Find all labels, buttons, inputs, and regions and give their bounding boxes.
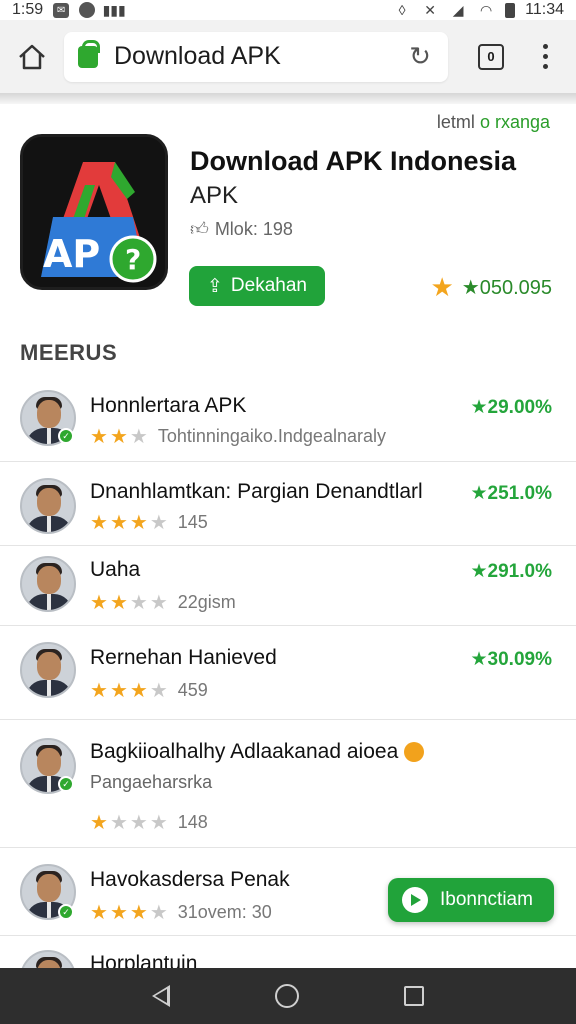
battery-icon — [505, 2, 516, 18]
row-count: 145 — [177, 512, 208, 532]
avatar — [20, 478, 76, 534]
app-logo: AP ? — [20, 134, 168, 290]
verified-icon: ✓ — [58, 776, 74, 792]
install-label: Dekahan — [230, 275, 307, 296]
section-title: MEERUS — [20, 340, 118, 365]
verified-icon: ✓ — [58, 428, 74, 444]
list-item[interactable]: Dnanhlamtkan: Pargian Denandtlarl ★ ★ ★ ★ 1… — [0, 462, 576, 546]
cell-signal-icon: ◢ — [452, 1, 464, 18]
media-icon — [79, 2, 96, 18]
star-rating: ★ ★ ★ ★ 459 — [90, 680, 208, 702]
row-title: Dnanhlamtkan: Pargian Denandtlarl — [90, 480, 423, 503]
signal-bars-icon: ▮▮▮ — [102, 1, 126, 18]
row-count: 148 — [177, 812, 208, 832]
url-text: Download APK — [114, 42, 281, 70]
list-item[interactable]: Rernehan Hanieved ★ ★ ★ ★ 459 ★30.09% — [0, 626, 576, 720]
star-rating: ★ ★ ★ ★ 148 — [90, 812, 208, 834]
overflow-menu-icon[interactable] — [530, 44, 560, 69]
toolbar-shadow — [0, 94, 576, 104]
top-link-text: letml — [436, 112, 475, 132]
app-rating: ★ ★050.095 — [430, 272, 552, 303]
row-count: 22gism — [177, 592, 236, 612]
tabs-button[interactable]: 0 — [478, 43, 504, 70]
row-title: Uaha — [90, 558, 141, 581]
star-rating: ★ ★ ★ ★ 145 — [90, 512, 208, 534]
row-percent: ★29.00% — [470, 397, 552, 418]
row-title: Bagkiioalhalhy Adlaakanad aioea — [90, 740, 425, 764]
browser-toolbar: Download APK ↻ 0 — [0, 20, 576, 94]
row-percent: ★251.0% — [470, 483, 552, 504]
top-link-accent: o rxanga — [479, 112, 550, 132]
star-rating: ★ ★ ★ Tohtinningaiko.Indgealnaraly — [90, 426, 386, 448]
star-icon: ★ — [430, 272, 454, 302]
row-count: 459 — [177, 680, 208, 700]
share-icon: ⇪ — [207, 275, 223, 297]
clock-right: 11:34 — [525, 1, 564, 18]
row-title: Havokasdersa Penak — [90, 868, 290, 891]
avatar — [20, 642, 76, 698]
apk-logo-icon: AP ? — [23, 137, 165, 287]
home-icon — [19, 44, 45, 69]
recents-icon[interactable] — [403, 986, 424, 1006]
no-signal-icon: ✕ — [424, 1, 436, 18]
row-title: Rernehan Hanieved — [90, 646, 277, 669]
top-link[interactable]: letml o rxanga — [437, 112, 550, 133]
row-percent: ★30.09% — [470, 649, 552, 670]
list-item[interactable]: ✓ Honnlertara APK ★ ★ ★ Tohtinningaiko.Ind… — [0, 378, 576, 462]
badge-icon — [404, 742, 425, 763]
star-rating: ★ ★ ★ ★ 22gism — [90, 592, 236, 614]
back-icon[interactable] — [152, 985, 171, 1007]
lock-icon — [78, 39, 100, 68]
verified-icon: ✓ — [58, 904, 74, 920]
notification-icon: ✉ — [53, 2, 70, 18]
row-title-text: Bagkiioalhalhy Adlaakanad aioea — [90, 740, 399, 763]
vibrate-icon: ◊ — [398, 2, 406, 18]
row-percent: ★291.0% — [470, 561, 552, 582]
fab-label: Ibonnctiam — [440, 889, 533, 910]
row-sub: Pangaeharsrka — [90, 772, 213, 792]
list-item[interactable]: ✓ Bagkiioalhalhy Adlaakanad aioea Pangae… — [0, 720, 576, 848]
thumbs-up-icon: 👍︎ — [190, 219, 209, 239]
logo-text: AP — [43, 232, 100, 276]
address-bar[interactable]: Download APK ↻ — [64, 31, 448, 82]
app-title: Download APK Indonesia — [190, 146, 517, 176]
system-nav-bar — [0, 968, 576, 1024]
avatar — [20, 556, 76, 612]
clock-left: 1:59 — [12, 1, 44, 18]
download-fab-button[interactable]: Ibonnctiam — [388, 878, 554, 922]
status-bar: 1:59 ✉ ▮▮▮ ◊ ✕ ◢ ◠ 11:34 — [0, 0, 576, 20]
row-count: 31ovem: 30 — [177, 902, 272, 922]
list-item[interactable]: Uaha ★ ★ ★ ★ 22gism ★291.0% — [0, 546, 576, 626]
app-meta: 👍︎ Mlok: 198 — [190, 218, 293, 240]
reload-icon[interactable]: ↻ — [406, 41, 434, 71]
home-button[interactable] — [0, 20, 64, 94]
app-meta-text: Mlok: 198 — [214, 218, 293, 239]
svg-text:?: ? — [125, 243, 141, 276]
home-circle-icon[interactable] — [274, 984, 299, 1008]
star-rating: ★ ★ ★ ★ 31ovem: 30 — [90, 902, 272, 924]
app-subtitle: APK — [190, 182, 239, 209]
row-sub: Tohtinningaiko.Indgealnaraly — [157, 426, 386, 446]
wifi-icon: ◠ — [480, 1, 493, 18]
row-title: Honnlertara APK — [90, 394, 247, 417]
install-button[interactable]: ⇪ Dekahan — [189, 266, 325, 306]
app-rating-value: ★050.095 — [461, 277, 552, 299]
chat-icon — [402, 887, 428, 913]
